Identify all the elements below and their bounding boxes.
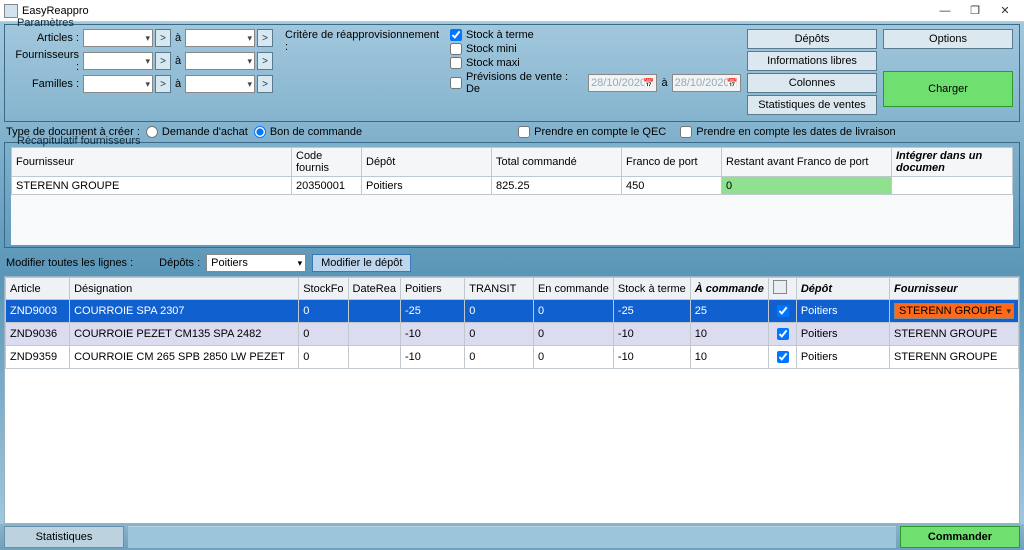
familles-to-combo[interactable] [185, 75, 255, 93]
qec-check[interactable]: Prendre en compte le QEC [518, 126, 666, 138]
fournisseurs-to-combo[interactable] [185, 52, 255, 70]
parametres-group: Paramètres Articles : > à > Fournisseurs… [4, 24, 1020, 122]
gh-transit[interactable]: TRANSIT [465, 278, 534, 300]
recap-h-total[interactable]: Total commandé [492, 148, 622, 177]
depots-button[interactable]: Dépôts [747, 29, 877, 49]
column-selector-icon[interactable] [773, 280, 787, 294]
a-sep-1: à [173, 32, 183, 44]
modline-depot-select[interactable]: Poitiers [206, 254, 306, 272]
row-checkbox[interactable] [777, 305, 789, 317]
footer: Statistiques Commander [0, 524, 1024, 550]
maximize-button[interactable]: ❐ [960, 4, 990, 17]
recap-h-restant[interactable]: Restant avant Franco de port [722, 148, 892, 177]
stock-mini-check[interactable]: Stock mini [450, 43, 741, 55]
recap-h-depot[interactable]: Dépôt [362, 148, 492, 177]
recap-h-integrer[interactable]: Intégrer dans un documen [892, 148, 1013, 177]
window-title: EasyReappro [22, 5, 930, 17]
date-to-input[interactable]: 28/10/2020 [672, 74, 741, 92]
statistiques-button[interactable]: Statistiques [4, 526, 124, 548]
modline-depots-label: Dépôts : [159, 257, 200, 269]
familles-from-btn[interactable]: > [155, 75, 171, 93]
recap-h-fournisseur[interactable]: Fournisseur [12, 148, 292, 177]
date-from-input[interactable]: 28/10/2020 [588, 74, 657, 92]
filters-grid: Articles : > à > Fournisseurs : > à > Fa… [11, 29, 273, 93]
recap-table: Fournisseur Code fournis Dépôt Total com… [11, 147, 1013, 195]
a-sep-2: à [173, 55, 183, 67]
fournisseurs-label: Fournisseurs : [11, 49, 81, 73]
criteria-panel: Critère de réapprovisionnement : Stock à… [279, 29, 741, 95]
right-column: Options Charger [883, 29, 1013, 107]
stock-a-terme-check[interactable]: Stock à terme [450, 29, 741, 41]
charger-button[interactable]: Charger [883, 71, 1013, 107]
fournisseurs-from-btn[interactable]: > [155, 52, 171, 70]
minimize-button[interactable]: — [930, 5, 960, 17]
recap-h-franco[interactable]: Franco de port [622, 148, 722, 177]
main-grid: Article Désignation StockFo DateRea Poit… [4, 276, 1020, 524]
footer-spacer [128, 526, 896, 548]
previsions-check[interactable]: Prévisions de vente : De 28/10/2020 à 28… [450, 71, 741, 95]
recap-h-code[interactable]: Code fournis [292, 148, 362, 177]
grid-row[interactable]: ZND9003COURROIE SPA 23070-2500-2525Poiti… [6, 300, 1019, 323]
familles-label: Familles : [11, 78, 81, 90]
app-icon [4, 4, 18, 18]
gh-acommander[interactable]: À commande [690, 278, 768, 300]
familles-from-combo[interactable] [83, 75, 153, 93]
grid-row[interactable]: ZND9036COURROIE PEZET CM135 SPA 24820-10… [6, 323, 1019, 346]
articles-from-btn[interactable]: > [155, 29, 171, 47]
fournisseurs-from-combo[interactable] [83, 52, 153, 70]
articles-to-combo[interactable] [185, 29, 255, 47]
gh-colsel[interactable] [768, 278, 796, 300]
gh-article[interactable]: Article [6, 278, 70, 300]
modline-label: Modifier toutes les lignes : [6, 257, 133, 269]
gh-stockaterme[interactable]: Stock à terme [613, 278, 690, 300]
row-checkbox[interactable] [777, 328, 789, 340]
gh-poitiers[interactable]: Poitiers [400, 278, 464, 300]
title-bar: EasyReappro — ❐ ✕ [0, 0, 1024, 22]
modifier-depot-button[interactable]: Modifier le dépôt [312, 254, 411, 272]
doctype-row: Type de document à créer : Demande d'ach… [0, 124, 1024, 140]
modline-row: Modifier toutes les lignes : Dépôts : Po… [0, 250, 1024, 276]
stock-maxi-check[interactable]: Stock maxi [450, 57, 741, 69]
side-buttons: Dépôts Informations libres Colonnes Stat… [747, 29, 877, 115]
gh-depot[interactable]: Dépôt [796, 278, 889, 300]
row-checkbox[interactable] [777, 351, 789, 363]
dates-livraison-check[interactable]: Prendre en compte les dates de livraison [680, 126, 895, 138]
fournisseurs-to-btn[interactable]: > [257, 52, 273, 70]
fournisseur-combo[interactable]: STERENN GROUPE [894, 303, 1014, 319]
articles-label: Articles : [11, 32, 81, 44]
bon-commande-radio[interactable]: Bon de commande [254, 126, 362, 138]
options-button[interactable]: Options [883, 29, 1013, 49]
gh-stockfo[interactable]: StockFo [299, 278, 348, 300]
gh-fournisseur[interactable]: Fournisseur [890, 278, 1019, 300]
gh-daterea[interactable]: DateRea [348, 278, 400, 300]
gh-encommande[interactable]: En commande [533, 278, 613, 300]
recap-empty-area [11, 195, 1013, 245]
infos-libres-button[interactable]: Informations libres [747, 51, 877, 71]
recap-group: Récapitulatif fournisseurs Fournisseur C… [4, 142, 1020, 248]
familles-to-btn[interactable]: > [257, 75, 273, 93]
a-sep-3: à [173, 78, 183, 90]
articles-from-combo[interactable] [83, 29, 153, 47]
stats-ventes-button[interactable]: Statistiques de ventes [747, 95, 877, 115]
close-button[interactable]: ✕ [990, 4, 1020, 17]
demande-achat-radio[interactable]: Demande d'achat [146, 126, 248, 138]
grid-row[interactable]: ZND9359COURROIE CM 265 SPB 2850 LW PEZET… [6, 346, 1019, 369]
recap-row[interactable]: STERENN GROUPE 20350001 Poitiers 825.25 … [12, 177, 1013, 195]
articles-to-btn[interactable]: > [257, 29, 273, 47]
gh-designation[interactable]: Désignation [70, 278, 299, 300]
parametres-label: Paramètres [13, 17, 78, 29]
colonnes-button[interactable]: Colonnes [747, 73, 877, 93]
criteria-label: Critère de réapprovisionnement : [285, 29, 444, 93]
recap-label: Récapitulatif fournisseurs [13, 135, 145, 147]
commander-button[interactable]: Commander [900, 526, 1020, 548]
